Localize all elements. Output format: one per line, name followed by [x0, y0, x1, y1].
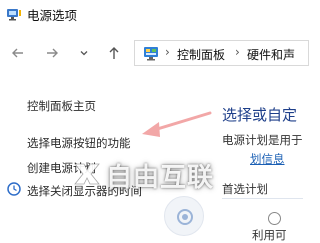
plan-graphic-icon [164, 196, 204, 236]
annotation-arrow [142, 111, 212, 137]
watermark-logo-icon [72, 159, 102, 193]
watermark-text: 自由互联 [106, 163, 215, 193]
watermark: 自由互联 [72, 155, 242, 195]
